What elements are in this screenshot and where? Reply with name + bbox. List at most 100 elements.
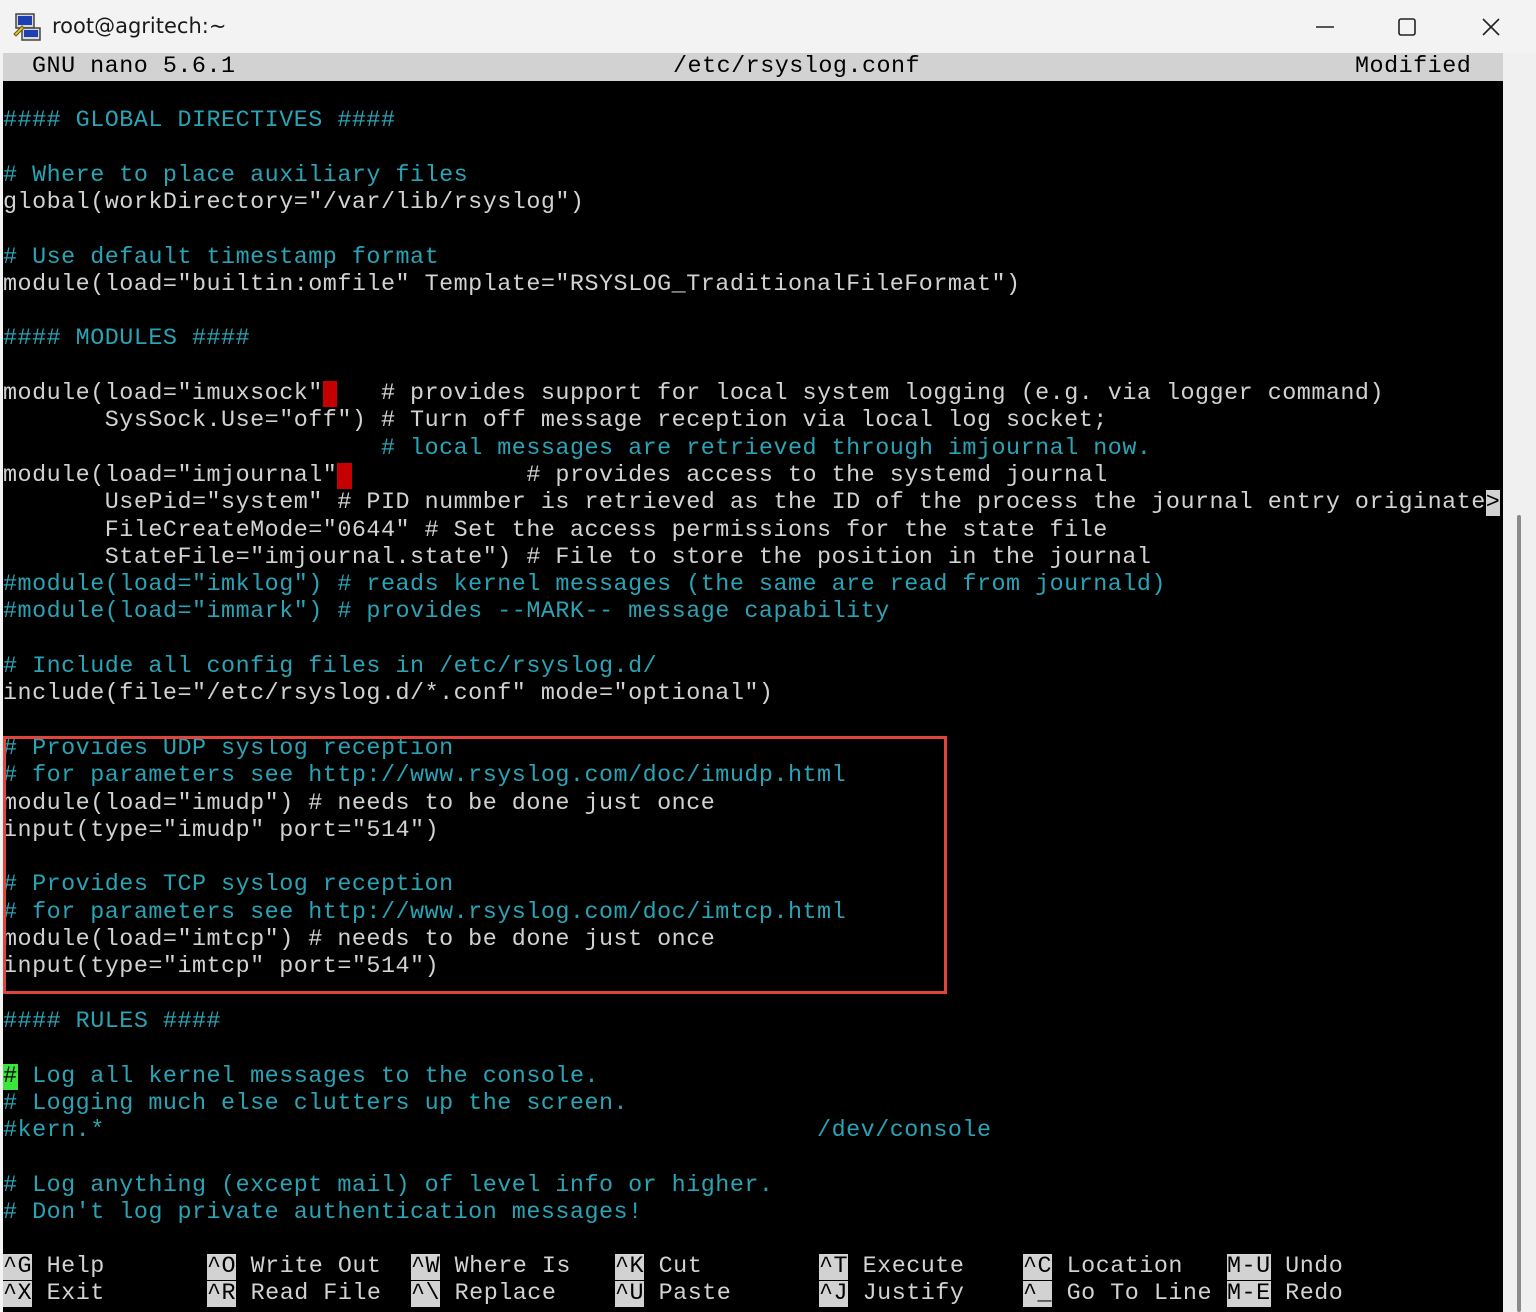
shortcut-label: Paste xyxy=(644,1281,732,1308)
shortcut-label: Execute xyxy=(848,1254,965,1280)
line-text: #### RULES #### xyxy=(3,1008,222,1035)
shortcut-key: ^R xyxy=(207,1281,237,1308)
text-cursor: # xyxy=(3,1063,18,1090)
line-text: #kern.* /dev/console xyxy=(3,1118,992,1145)
shortcut-replace: ^\ Replace xyxy=(411,1281,556,1308)
editor-line[interactable]: module(load="imuxsock" # provides suppor… xyxy=(3,381,1503,408)
editor-line[interactable]: include(file="/etc/rsyslog.d/*.conf" mod… xyxy=(3,681,1503,708)
scrollbar-thumb[interactable] xyxy=(1517,515,1521,1312)
minimize-icon xyxy=(1316,25,1334,28)
line-text: # for parameters see http://www.rsyslog.… xyxy=(3,899,847,926)
shortcut-label: Read File xyxy=(236,1281,382,1308)
terminal-window: root@agritech:~ GNU nano 5.6.1 /etc/rsys… xyxy=(0,0,1536,1312)
line-text: # Include all config files in /etc/rsysl… xyxy=(3,654,658,680)
shortcut-execute: ^T Execute xyxy=(819,1254,964,1281)
editor-line[interactable]: input(type="imtcp" port="514") xyxy=(3,954,1503,981)
editor-line[interactable] xyxy=(3,135,1503,162)
line-text: # Where to place auxiliary files xyxy=(3,162,469,189)
line-text: # provides access to the systemd journal xyxy=(351,462,1108,489)
line-text: module(load="builtin:omfile" Template="R… xyxy=(3,271,1021,298)
editor-line[interactable]: # Provides TCP syslog reception xyxy=(3,872,1503,899)
editor-line[interactable]: # Logging much else clutters up the scre… xyxy=(3,1091,1503,1118)
editor-line[interactable]: #kern.* /dev/console xyxy=(3,1118,1503,1145)
editor-line[interactable] xyxy=(3,354,1503,381)
editor-line[interactable]: # for parameters see http://www.rsyslog.… xyxy=(3,900,1503,927)
editor-line[interactable] xyxy=(3,627,1503,654)
shortcut-exit: ^X Exit xyxy=(3,1281,105,1308)
editor-line[interactable]: # Don't log private authentication messa… xyxy=(3,1200,1503,1227)
editor-line[interactable]: # Include all config files in /etc/rsysl… xyxy=(3,654,1503,681)
editor-line[interactable]: #module(load="immark") # provides --MARK… xyxy=(3,599,1503,626)
line-text: # Log anything (except mail) of level in… xyxy=(3,1172,774,1199)
shortcut-key: ^\ xyxy=(411,1281,441,1308)
nano-filename: /etc/rsyslog.conf xyxy=(673,54,921,80)
close-button[interactable] xyxy=(1450,0,1532,53)
terminal-screen[interactable]: GNU nano 5.6.1 /etc/rsyslog.conf Modifie… xyxy=(3,53,1503,1312)
line-text: # Don't log private authentication messa… xyxy=(3,1200,643,1226)
editor-line[interactable]: module(load="imtcp") # needs to be done … xyxy=(3,927,1503,954)
shortcut-key: ^O xyxy=(207,1254,237,1280)
shortcut-undo: M-U Undo xyxy=(1227,1254,1343,1281)
editor-line[interactable]: # Use default timestamp format xyxy=(3,245,1503,272)
line-text: # Provides TCP syslog reception xyxy=(3,872,454,899)
shortcut-label: Write Out xyxy=(236,1254,382,1280)
shortcut-key: ^U xyxy=(615,1281,645,1308)
editor-line[interactable]: #module(load="imklog") # reads kernel me… xyxy=(3,572,1503,599)
line-text: # Provides UDP syslog reception xyxy=(3,735,454,762)
editor-line[interactable] xyxy=(3,1036,1503,1063)
editor-line[interactable]: #### RULES #### xyxy=(3,1009,1503,1036)
shortcut-key: M-E xyxy=(1227,1281,1271,1308)
nano-modified-status: Modified xyxy=(1355,54,1472,80)
editor-line[interactable] xyxy=(3,845,1503,872)
editor-line[interactable] xyxy=(3,709,1503,736)
editor-line[interactable] xyxy=(3,299,1503,326)
line-text: #module(load="imklog") # reads kernel me… xyxy=(3,572,1166,599)
editor-line[interactable]: # Log anything (except mail) of level in… xyxy=(3,1173,1503,1200)
line-text: input(type="imtcp" port="514") xyxy=(3,954,440,981)
editor-line[interactable]: module(load="imudp") # needs to be done … xyxy=(3,791,1503,818)
shortcut-key: ^W xyxy=(411,1254,441,1280)
line-text: # provides support for local system logg… xyxy=(337,381,1384,407)
editor-line[interactable]: global(workDirectory="/var/lib/rsyslog") xyxy=(3,190,1503,217)
editor-line[interactable]: UsePid="system" # PID nummber is retriev… xyxy=(3,490,1503,517)
editor-line[interactable] xyxy=(3,217,1503,244)
title-bar[interactable]: root@agritech:~ xyxy=(0,0,1536,53)
line-text: # Logging much else clutters up the scre… xyxy=(3,1090,629,1117)
editor-line[interactable]: FileCreateMode="0644" # Set the access p… xyxy=(3,518,1503,545)
shortcut-label: Replace xyxy=(440,1281,557,1308)
shortcut-label: Justify xyxy=(848,1281,965,1308)
line-text: StateFile="imjournal.state") # File to s… xyxy=(3,544,1152,571)
shortcut-label: Where Is xyxy=(440,1254,571,1280)
line-text: UsePid="system" # PID nummber is retriev… xyxy=(3,490,1486,517)
editor-line[interactable]: input(type="imudp" port="514") xyxy=(3,818,1503,845)
minimize-button[interactable] xyxy=(1284,0,1366,53)
editor-line[interactable] xyxy=(3,1145,1503,1172)
shortcut-write-out: ^O Write Out xyxy=(207,1254,381,1281)
shortcut-label: Exit xyxy=(32,1281,105,1308)
line-text: SysSock.Use="off") # Turn off message re… xyxy=(3,408,1108,435)
editor-line[interactable]: # Log all kernel messages to the console… xyxy=(3,1063,1503,1091)
trailing-space-marker xyxy=(322,381,338,407)
editor-line[interactable]: SysSock.Use="off") # Turn off message re… xyxy=(3,408,1503,435)
editor-line[interactable]: # Provides UDP syslog reception xyxy=(3,736,1503,763)
editor-line[interactable]: # local messages are retrieved through i… xyxy=(3,436,1503,463)
trailing-space-marker xyxy=(337,462,352,489)
close-icon xyxy=(1482,17,1500,36)
editor-line[interactable]: # for parameters see http://www.rsyslog.… xyxy=(3,763,1503,790)
editor-line[interactable] xyxy=(3,982,1503,1009)
shortcut-key: ^K xyxy=(615,1254,645,1280)
editor-line[interactable]: module(load="builtin:omfile" Template="R… xyxy=(3,272,1503,299)
editor-line[interactable]: StateFile="imjournal.state") # File to s… xyxy=(3,545,1503,572)
line-text: global(workDirectory="/var/lib/rsyslog") xyxy=(3,189,585,216)
maximize-button[interactable] xyxy=(1366,0,1448,53)
editor-line[interactable]: #### MODULES #### xyxy=(3,326,1503,353)
editor-line[interactable]: #### GLOBAL DIRECTIVES #### xyxy=(3,108,1503,135)
editor-line[interactable]: module(load="imjournal" # provides acces… xyxy=(3,462,1503,490)
editor-line[interactable]: # Where to place auxiliary files xyxy=(3,163,1503,190)
line-overflow-indicator: > xyxy=(1485,490,1501,517)
shortcut-key: ^_ xyxy=(1023,1281,1053,1308)
shortcut-key: ^J xyxy=(819,1281,849,1308)
line-text: Log all kernel messages to the console. xyxy=(17,1063,600,1090)
line-text: #module(load="immark") # provides --MARK… xyxy=(3,599,890,626)
line-text xyxy=(3,436,381,462)
